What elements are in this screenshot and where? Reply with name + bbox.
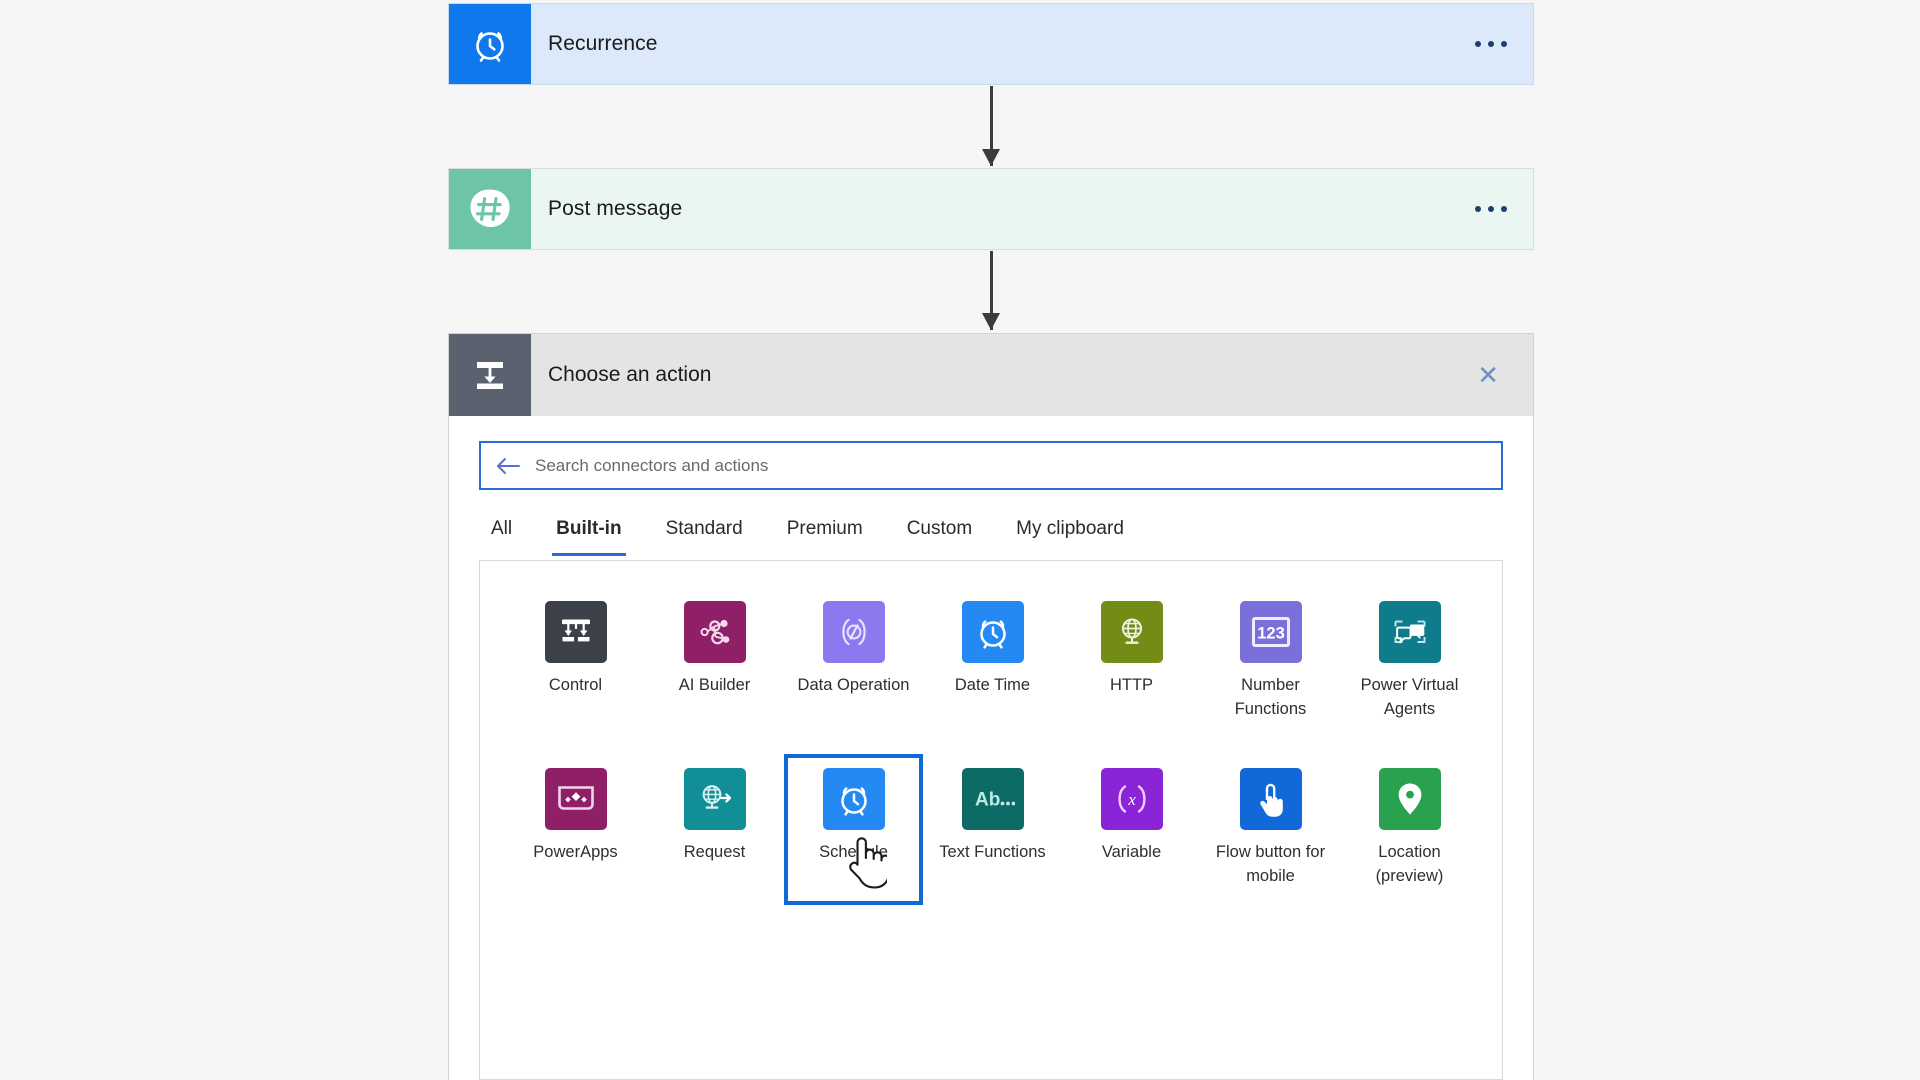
connector-tile-power-virtual-agents[interactable]: Power Virtual Agents [1340,587,1479,738]
close-icon[interactable]: ✕ [1469,358,1507,392]
schedule-clock-icon [823,768,885,830]
variable-x-icon: x [1101,768,1163,830]
connector-tile-flow-button-for-mobile[interactable]: Flow button for mobile [1201,754,1340,905]
chat-bubbles-icon [1379,601,1441,663]
flow-step-title: Post message [548,197,682,221]
connector-tile-label: HTTP [1110,674,1153,698]
connector-tile-label: Text Functions [939,841,1045,865]
menu-dot [1488,206,1494,212]
date-time-icon [962,601,1024,663]
flow-step-recurrence[interactable]: Recurrence [448,3,1534,85]
data-operation-icon [823,601,885,663]
back-arrow-icon[interactable] [495,456,521,476]
powerapps-icon [545,768,607,830]
text-ab-icon: Ab [962,768,1024,830]
svg-text:Ab: Ab [975,789,1000,810]
dialog-header: Choose an action ✕ [449,334,1533,416]
connector-tile-grid: Control AI Builder Data Operation Date Time… [498,587,1484,905]
slack-hash-icon [449,169,531,249]
connector-tile-date-time[interactable]: Date Time [923,587,1062,738]
tab-standard[interactable]: Standard [644,512,765,556]
connector-tile-request[interactable]: Request [645,754,784,905]
flow-button-icon [1240,768,1302,830]
insert-action-icon [449,334,531,416]
connector-tile-powerapps[interactable]: PowerApps [506,754,645,905]
connector-tile-schedule[interactable]: Schedule [784,754,923,905]
dialog-title: Choose an action [548,363,711,387]
tab-custom[interactable]: Custom [885,512,994,556]
connector-tile-label: Variable [1102,841,1161,865]
flow-step-body: Post message [531,169,1533,249]
tab-my-clipboard[interactable]: My clipboard [994,512,1146,556]
flow-step-title: Recurrence [548,32,658,56]
search-input[interactable] [533,455,1487,477]
connector-category-tabs: All Built-in Standard Premium Custom My … [479,512,1503,556]
connector-tile-location-preview[interactable]: Location (preview) [1340,754,1479,905]
connector-arrowhead [982,313,1000,330]
http-globe-icon [1101,601,1163,663]
connector-tile-label: Power Virtual Agents [1348,674,1471,722]
connector-tile-label: Control [549,674,602,698]
dialog-header-body: Choose an action ✕ [531,334,1533,416]
menu-dot [1488,41,1494,47]
number-123-icon: 123 [1240,601,1302,663]
connector-tile-label: Flow button for mobile [1209,841,1332,889]
connector-tile-number-functions[interactable]: 123 Number Functions [1201,587,1340,738]
menu-dot [1501,41,1507,47]
tab-premium[interactable]: Premium [765,512,885,556]
connector-tile-ai-builder[interactable]: AI Builder [645,587,784,738]
tab-built-in[interactable]: Built-in [534,512,643,556]
connector-tile-label: Location (preview) [1348,841,1471,889]
choose-an-action-dialog: Choose an action ✕ All Built-in Standa [448,333,1534,1080]
connector-tile-http[interactable]: HTTP [1062,587,1201,738]
flow-step-menu-button[interactable] [1471,35,1511,53]
flow-designer-canvas: Recurrence Post messa [0,0,1920,1080]
connector-results-panel: Control AI Builder Data Operation Date Time… [479,560,1503,1080]
control-icon [545,601,607,663]
connector-tile-label: Data Operation [798,674,910,698]
request-globe-icon [684,768,746,830]
flow-step-menu-button[interactable] [1471,200,1511,218]
dialog-body: All Built-in Standard Premium Custom My … [449,416,1533,1080]
menu-dot [1475,41,1481,47]
alarm-clock-icon [449,4,531,84]
flow-connector-arrow [983,251,999,330]
connector-tile-label: AI Builder [679,674,751,698]
svg-text:x: x [1127,790,1136,809]
connector-tile-label: Request [684,841,745,865]
connector-arrowhead [982,149,1000,166]
svg-text:123: 123 [1257,625,1285,643]
flow-step-body: Recurrence [531,4,1533,84]
flow-step-post-message[interactable]: Post message [448,168,1534,250]
connector-tile-label: Schedule [819,841,888,865]
menu-dot [1501,206,1507,212]
tab-all[interactable]: All [481,512,534,556]
connector-tile-data-operation[interactable]: Data Operation [784,587,923,738]
ai-builder-icon [684,601,746,663]
search-bar [479,441,1503,490]
location-pin-icon [1379,768,1441,830]
connector-tile-label: Number Functions [1209,674,1332,722]
menu-dot [1475,206,1481,212]
connector-tile-label: Date Time [955,674,1030,698]
connector-tile-control[interactable]: Control [506,587,645,738]
connector-tile-label: PowerApps [533,841,617,865]
flow-connector-arrow [983,86,999,166]
connector-tile-variable[interactable]: x Variable [1062,754,1201,905]
connector-tile-text-functions[interactable]: Ab Text Functions [923,754,1062,905]
